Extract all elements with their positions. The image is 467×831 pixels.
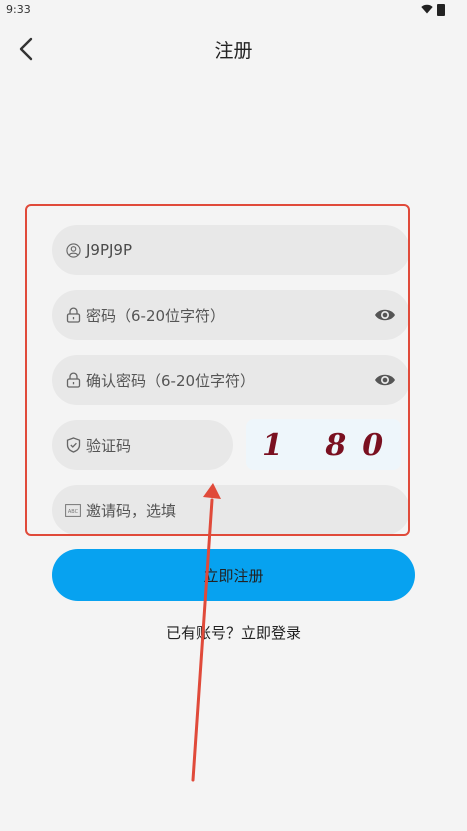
lock-icon: [65, 307, 81, 323]
login-link[interactable]: 已有账号？立即登录: [0, 622, 467, 643]
wifi-icon: [421, 4, 433, 14]
eye-icon[interactable]: [374, 306, 396, 324]
eye-icon[interactable]: [374, 371, 396, 389]
confirm-password-placeholder: 确认密码（6-20位字符）: [86, 371, 256, 390]
invite-code-field[interactable]: ABC 邀请码，选填: [52, 485, 410, 535]
shield-icon: [65, 437, 81, 453]
status-bar: 9:33: [0, 0, 467, 22]
username-value: J9PJ9P: [86, 241, 133, 259]
lock-icon: [65, 372, 81, 388]
svg-text:ABC: ABC: [68, 508, 79, 514]
captcha-field[interactable]: 验证码: [52, 420, 233, 470]
battery-icon: [437, 4, 445, 16]
captcha-code: 1 807: [262, 428, 401, 463]
annotation-arrow: [191, 483, 221, 782]
user-icon: [65, 242, 81, 258]
password-placeholder: 密码（6-20位字符）: [86, 306, 226, 325]
username-field[interactable]: J9PJ9P: [52, 225, 410, 275]
password-field[interactable]: 密码（6-20位字符）: [52, 290, 410, 340]
confirm-password-field[interactable]: 确认密码（6-20位字符）: [52, 355, 410, 405]
register-label: 立即注册: [203, 566, 264, 585]
captcha-placeholder: 验证码: [86, 436, 132, 455]
register-button[interactable]: 立即注册: [52, 549, 415, 601]
status-time: 9:33: [6, 3, 31, 16]
page-title: 注册: [214, 40, 253, 62]
abc-icon: ABC: [65, 502, 81, 518]
captcha-image[interactable]: 1 807: [246, 419, 420, 470]
invite-code-placeholder: 邀请码，选填: [86, 501, 177, 520]
